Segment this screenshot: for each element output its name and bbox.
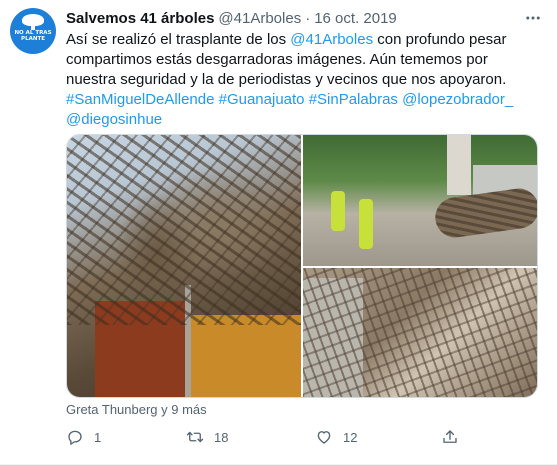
reply-count: 1 (94, 429, 102, 445)
hashtag-sanmigueldeallende[interactable]: #SanMiguelDeAllende (66, 91, 214, 108)
action-bar: 1 18 12 (66, 428, 538, 450)
like-icon (317, 431, 331, 444)
retweet-button[interactable]: 18 (186, 428, 228, 446)
tweet[interactable]: NO AL TRAS PLANTE Salvemos 41 árboles @4… (0, 0, 557, 465)
photo-detail-roots (67, 135, 301, 325)
mention-diegosinhue[interactable]: @diegosinhue (66, 111, 162, 128)
like-button[interactable]: 12 (315, 428, 357, 446)
user-handle[interactable]: @41Arboles (218, 10, 301, 27)
retweet-icon (186, 431, 204, 443)
photo-detail-column (447, 135, 471, 195)
photo-workers-tree[interactable] (303, 135, 537, 266)
avatar[interactable]: NO AL TRAS PLANTE (10, 8, 56, 54)
tweet-date[interactable]: 16 oct. 2019 (314, 10, 397, 27)
share-icon (443, 430, 457, 443)
media-grid (66, 134, 538, 398)
display-name[interactable]: Salvemos 41 árboles (66, 10, 214, 27)
tweet-text: Así se realizó el trasplante de los @41A… (66, 30, 536, 130)
more-icon (526, 16, 540, 20)
separator: · (305, 9, 311, 27)
mention-lopezobrador[interactable]: @lopezobrador_ (402, 91, 513, 108)
retweet-count: 18 (214, 429, 229, 445)
tweet-text-part1: Así se realizó el trasplante de los (66, 31, 291, 48)
photo-detail-worker (359, 199, 373, 249)
reply-icon (68, 430, 82, 445)
tweet-header: Salvemos 41 árboles @41Arboles · 16 oct.… (66, 8, 543, 28)
like-count: 12 (343, 429, 358, 445)
hashtag-guanajuato[interactable]: #Guanajuato (219, 91, 305, 108)
more-button[interactable] (523, 8, 543, 28)
photo-detail-wall (187, 315, 301, 397)
tagged-users[interactable]: Greta Thunberg y 9 más (66, 402, 207, 417)
tweet-content: Salvemos 41 árboles @41Arboles · 16 oct.… (66, 8, 543, 445)
reply-button[interactable]: 1 (66, 428, 101, 446)
photo-roots-closeup[interactable] (303, 268, 537, 397)
photo-detail-worker (331, 191, 345, 231)
share-button[interactable] (441, 428, 459, 446)
hashtag-sinpalabras[interactable]: #SinPalabras (309, 91, 398, 108)
avatar-text: NO AL TRAS PLANTE (14, 30, 52, 42)
mention-41arboles[interactable]: @41Arboles (290, 31, 373, 48)
photo-detail-roots (303, 268, 537, 397)
photo-uprooted-tree[interactable] (67, 135, 301, 397)
